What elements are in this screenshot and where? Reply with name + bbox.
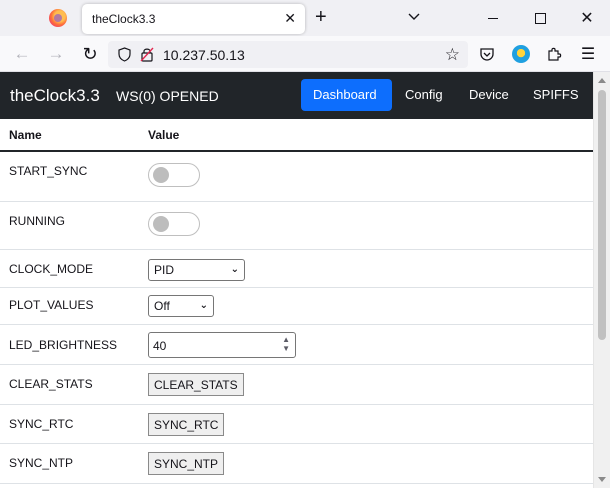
bookmark-star-icon[interactable]: ☆ xyxy=(445,45,460,65)
page-viewport: theClock3.3 WS(0) OPENED Dashboard Confi… xyxy=(0,72,593,488)
extensions-icon[interactable] xyxy=(545,45,563,63)
back-icon[interactable]: ← xyxy=(13,45,31,63)
column-header-value: Value xyxy=(139,119,593,152)
maximize-button[interactable] xyxy=(530,8,550,28)
chevron-down-icon: ⌄ xyxy=(199,300,208,311)
start-sync-toggle[interactable] xyxy=(148,163,200,187)
table-row: RUNNING xyxy=(0,201,593,250)
row-value: CLEAR_STATS xyxy=(139,364,593,405)
row-value: SYNC_RTC xyxy=(139,404,593,444)
websocket-status: WS(0) OPENED xyxy=(116,88,219,104)
clock-mode-select[interactable]: PID ⌄ xyxy=(148,258,245,281)
sync-rtc-button[interactable]: SYNC_RTC xyxy=(148,412,225,436)
table-row: LED_BRIGHTNESS 40 ▲ ▼ xyxy=(0,324,593,365)
table-row: CLOCK_MODE PID ⌄ xyxy=(0,249,593,288)
led-brightness-value: 40 xyxy=(153,338,167,353)
plot-values-select[interactable]: Off ⌄ xyxy=(148,294,214,317)
tab-close-icon[interactable]: ✕ xyxy=(284,10,296,26)
nav-dashboard[interactable]: Dashboard xyxy=(301,79,392,111)
chevron-down-icon: ⌄ xyxy=(230,264,239,275)
row-name-sync-rtc: SYNC_RTC xyxy=(0,404,139,444)
browser-tab-bar: theClock3.3 ✕ + ✕ xyxy=(0,0,610,36)
row-name-start-sync: START_SYNC xyxy=(0,151,139,202)
row-value: SYNC_NTP xyxy=(139,443,593,484)
url-text: 10.237.50.13 xyxy=(163,47,245,63)
new-tab-button[interactable]: + xyxy=(315,6,327,28)
close-window-button[interactable]: ✕ xyxy=(577,8,597,28)
account-icon[interactable] xyxy=(512,45,530,63)
pocket-icon[interactable] xyxy=(478,45,496,63)
settings-table: Name Value START_SYNC RUNNING CLOCK_MODE xyxy=(0,119,593,484)
chevron-down-icon[interactable] xyxy=(406,8,422,24)
running-toggle[interactable] xyxy=(148,211,200,236)
browser-toolbar: ← → ↻ 10.237.50.13 ☆ ☰ xyxy=(0,36,610,72)
table-row: SYNC_RTC SYNC_RTC xyxy=(0,404,593,444)
row-name-clock-mode: CLOCK_MODE xyxy=(0,249,139,288)
reload-icon[interactable]: ↻ xyxy=(81,45,99,63)
row-name-led-brightness: LED_BRIGHTNESS xyxy=(0,324,139,365)
row-name-running: RUNNING xyxy=(0,201,139,250)
page-scrollbar[interactable] xyxy=(593,72,610,488)
table-row: START_SYNC xyxy=(0,151,593,202)
row-name-plot-values: PLOT_VALUES xyxy=(0,287,139,325)
sync-ntp-button[interactable]: SYNC_NTP xyxy=(148,451,225,475)
row-value xyxy=(139,201,593,250)
clock-mode-selected: PID xyxy=(154,262,175,277)
table-header-row: Name Value xyxy=(0,119,593,152)
nav-config[interactable]: Config xyxy=(393,79,455,111)
row-value: 40 ▲ ▼ xyxy=(139,324,593,365)
app-brand[interactable]: theClock3.3 xyxy=(10,86,100,106)
tab-title: theClock3.3 xyxy=(92,12,156,26)
shield-icon[interactable] xyxy=(118,47,131,62)
scroll-up-arrow-icon[interactable] xyxy=(598,78,606,83)
forward-icon[interactable]: → xyxy=(47,45,65,63)
clear-stats-button[interactable]: CLEAR_STATS xyxy=(148,372,244,396)
table-row: PLOT_VALUES Off ⌄ xyxy=(0,287,593,325)
led-brightness-input[interactable]: 40 ▲ ▼ xyxy=(148,331,296,358)
firefox-logo-icon[interactable] xyxy=(49,9,67,27)
row-value: PID ⌄ xyxy=(139,249,593,288)
row-value xyxy=(139,151,593,202)
address-bar[interactable]: 10.237.50.13 ☆ xyxy=(108,41,468,68)
insecure-lock-icon[interactable] xyxy=(140,47,154,62)
nav-device[interactable]: Device xyxy=(457,79,521,111)
browser-tab[interactable]: theClock3.3 ✕ xyxy=(82,4,305,34)
scrollbar-thumb[interactable] xyxy=(598,90,606,340)
plot-values-selected: Off xyxy=(154,298,170,313)
column-header-name: Name xyxy=(0,119,139,152)
app-navbar: theClock3.3 WS(0) OPENED Dashboard Confi… xyxy=(0,72,593,119)
table-row: CLEAR_STATS CLEAR_STATS xyxy=(0,364,593,405)
row-value: Off ⌄ xyxy=(139,287,593,325)
scroll-down-arrow-icon[interactable] xyxy=(598,477,606,482)
menu-icon[interactable]: ☰ xyxy=(579,45,597,63)
row-name-sync-ntp: SYNC_NTP xyxy=(0,443,139,484)
minimize-button[interactable] xyxy=(483,8,503,28)
table-row: SYNC_NTP SYNC_NTP xyxy=(0,443,593,484)
row-name-clear-stats: CLEAR_STATS xyxy=(0,364,139,405)
spinner-arrows-icon[interactable]: ▲ ▼ xyxy=(282,335,290,353)
nav-spiffs[interactable]: SPIFFS xyxy=(521,79,591,111)
